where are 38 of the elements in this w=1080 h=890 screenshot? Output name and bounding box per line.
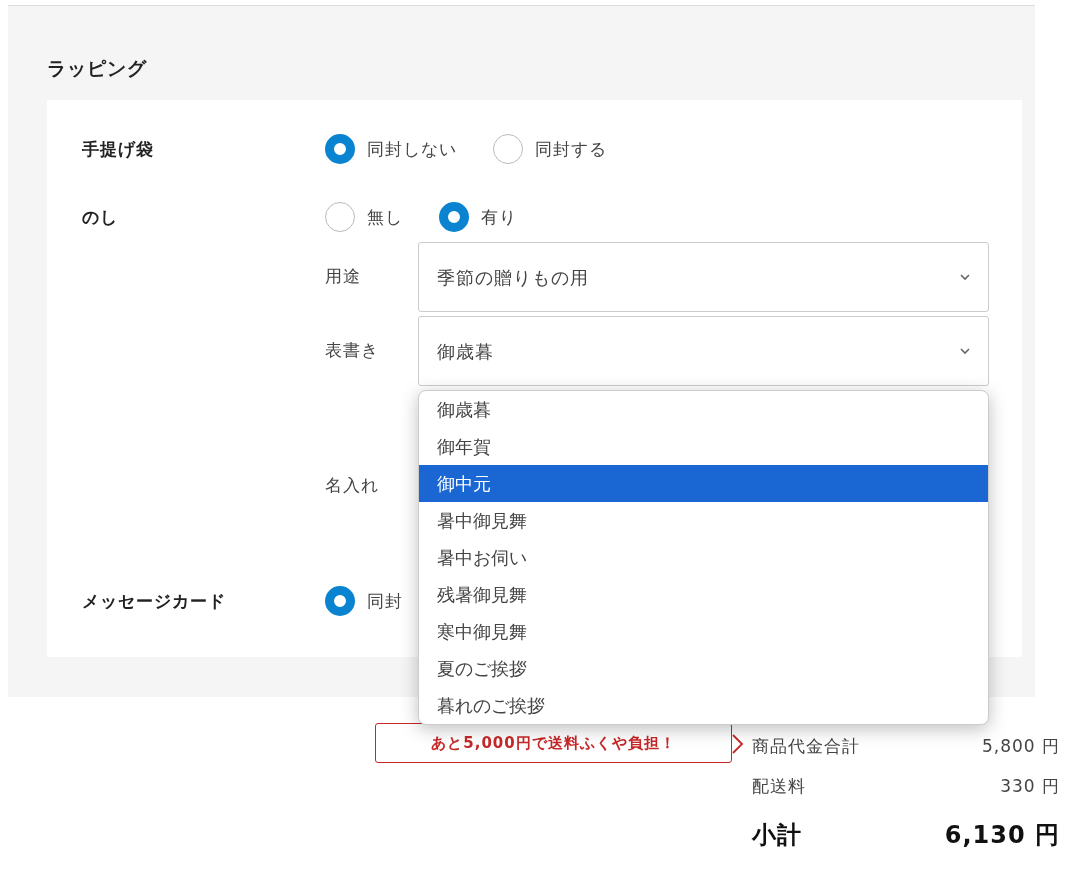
- option-label: 同封: [367, 590, 403, 613]
- summary-value: 330 円: [1000, 775, 1060, 799]
- summary-label: 配送料: [752, 775, 806, 799]
- dropdown-option[interactable]: 暑中お伺い: [419, 539, 988, 576]
- radio-button[interactable]: [325, 134, 355, 164]
- notice-banner: あと5,000円で送料ふくや負担！: [375, 723, 732, 763]
- dropdown-option[interactable]: 御歳暮: [419, 391, 988, 428]
- radio-button[interactable]: [325, 202, 355, 232]
- option-label: 有り: [481, 206, 517, 229]
- dropdown-option[interactable]: 暑中御見舞: [419, 502, 988, 539]
- section-title: ラッピング: [47, 56, 148, 81]
- option-label: 同封しない: [367, 138, 457, 161]
- radio-button[interactable]: [493, 134, 523, 164]
- chevron-right-icon: [731, 733, 745, 755]
- field-label: 名入れ: [325, 474, 380, 498]
- field-label: のし: [82, 206, 119, 229]
- summary-value: 5,800 円: [981, 735, 1060, 759]
- dropdown-option[interactable]: 寒中御見舞: [419, 613, 988, 650]
- field-label: 用途: [325, 265, 362, 289]
- radio-button[interactable]: [325, 586, 355, 616]
- radio-button[interactable]: [439, 202, 469, 232]
- chevron-down-icon: [958, 272, 972, 282]
- summary-label: 小計: [752, 819, 802, 851]
- dropdown-option[interactable]: 御中元: [419, 465, 988, 502]
- option-label: 同封する: [535, 138, 607, 161]
- field-label: メッセージカード: [82, 590, 227, 613]
- select-field[interactable]: 季節の贈りもの用: [418, 242, 989, 312]
- select-field[interactable]: 御歳暮: [418, 316, 989, 386]
- option-label: 無し: [367, 206, 403, 229]
- field-label: 表書き: [325, 339, 380, 363]
- dropdown-option[interactable]: 残暑御見舞: [419, 576, 988, 613]
- dropdown-option[interactable]: 御年賀: [419, 428, 988, 465]
- chevron-down-icon: [958, 346, 972, 356]
- dropdown-option[interactable]: 夏のご挨拶: [419, 650, 988, 687]
- field-label: 手提げ袋: [82, 138, 155, 161]
- dropdown-option[interactable]: 暮れのご挨拶: [419, 687, 988, 724]
- summary-value: 6,130 円: [944, 819, 1060, 851]
- summary-label: 商品代金合計: [752, 735, 860, 759]
